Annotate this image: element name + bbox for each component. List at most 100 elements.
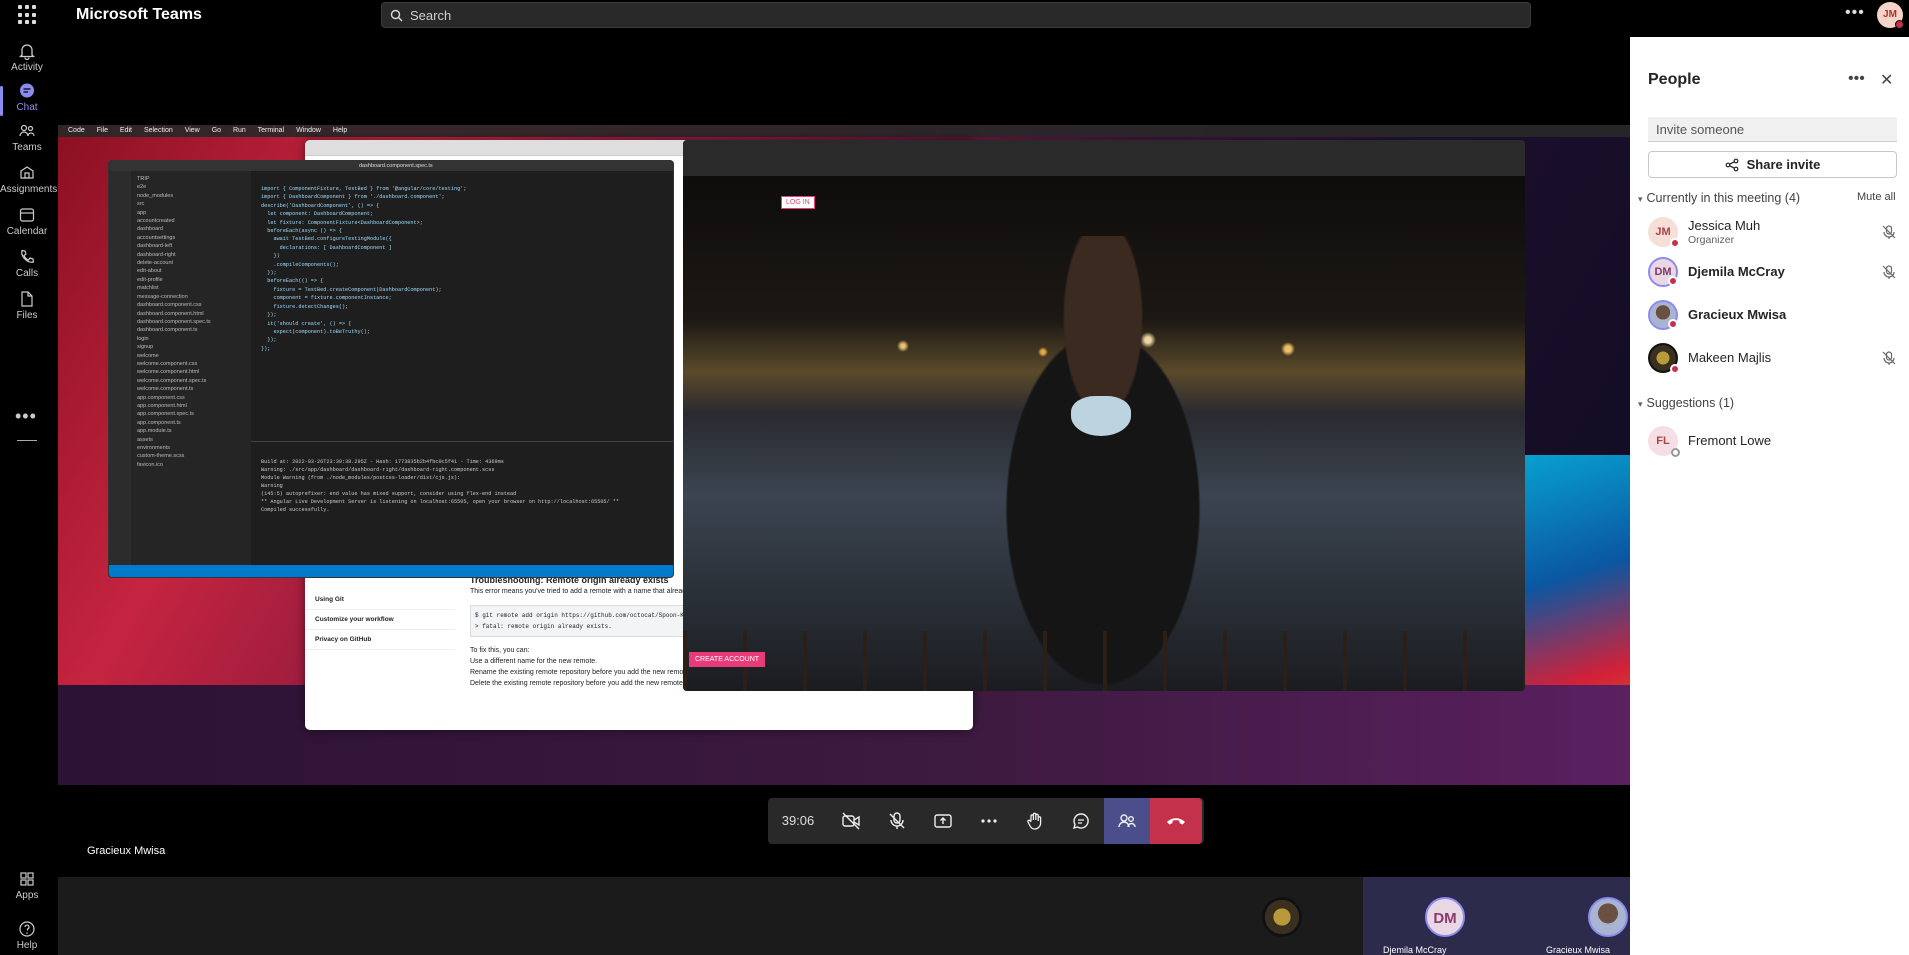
rail-files[interactable]: Files [0, 290, 54, 321]
chat-button[interactable] [1058, 798, 1104, 844]
status-dot [1668, 276, 1678, 286]
rail-teams[interactable]: Teams [0, 122, 54, 153]
participant-avatar [1588, 897, 1628, 937]
rail-calendar[interactable]: Calendar [0, 206, 54, 237]
rail-calls-label: Calls [15, 268, 39, 279]
status-dot [1671, 448, 1680, 457]
title-bar: Microsoft Teams ••• JM [0, 0, 1909, 30]
code-line: expect(component).toBeTruthy(); [261, 328, 370, 335]
vscode-active-tab: dashboard.component.spec.ts [359, 163, 433, 169]
teams-window: Microsoft Teams ••• JM Activity Chat Tea… [0, 0, 1909, 955]
search-icon [390, 9, 403, 22]
mac-menu-item: File [96, 127, 108, 134]
search-box[interactable] [381, 2, 1531, 28]
participant-tile[interactable] [1200, 877, 1363, 955]
participant-row[interactable]: JM Jessica Muh Organizer [1648, 215, 1897, 251]
close-icon[interactable]: ✕ [1880, 70, 1893, 90]
participant-avatar: DM [1425, 897, 1465, 937]
participant-tile[interactable]: DM Djemila McCray [1363, 877, 1526, 955]
participant-row[interactable]: Makeen Majlis [1648, 341, 1897, 377]
share-invite-button[interactable]: Share invite [1648, 151, 1897, 178]
more-actions-button[interactable] [966, 798, 1012, 844]
rail-apps[interactable]: Apps [0, 870, 54, 901]
share-screen-button[interactable] [920, 798, 966, 844]
participant-role: Organizer [1688, 234, 1735, 246]
app-launcher-icon[interactable] [18, 5, 38, 25]
section-suggestions-label: Suggestions (1) [1646, 396, 1735, 410]
hero-photo [683, 176, 1525, 691]
mic-off-icon [889, 812, 905, 829]
participant-initials: JM [1655, 226, 1671, 238]
participant-row[interactable]: Gracieux Mwisa [1648, 298, 1897, 334]
rail-apps-label: Apps [15, 890, 39, 901]
status-dot [1670, 238, 1680, 248]
vscode-activity-bar [109, 171, 131, 566]
explorer-item: custom-theme.scss [137, 453, 185, 460]
terminal-line: Warning: ./src/app/dashboard/dashboard-r… [261, 467, 495, 473]
explorer-item: dashboard.component.ts [137, 327, 198, 334]
explorer-item: accountcreated [137, 218, 175, 225]
rail-files-label: Files [16, 310, 38, 321]
more-options-icon[interactable]: ••• [1845, 4, 1865, 22]
section-in-meeting-label: Currently in this meeting (4) [1646, 191, 1801, 205]
rail-more-apps-icon[interactable]: ••• [15, 406, 37, 427]
participant-strip: DM Djemila McCray Gracieux Mwisa [58, 877, 1689, 955]
explorer-item: app.component.spec.ts [137, 411, 194, 418]
explorer-item: dashboard.component.html [137, 310, 204, 317]
docs-nav: Using Git Customize your workflow Privac… [305, 590, 455, 650]
people-panel: People ••• ✕ Share invite ▾Currently in … [1630, 37, 1909, 955]
explorer-item: accountsettings [137, 234, 176, 241]
shared-vscode-window: dashboard.component.spec.ts TRIP e2e node_… [108, 160, 674, 578]
rail-chat-label: Chat [16, 102, 38, 113]
explorer-item: node_modules [137, 192, 174, 199]
mac-menu-item: Help [332, 127, 348, 134]
leave-call-button[interactable] [1150, 798, 1202, 844]
people-more-options-icon[interactable]: ••• [1848, 70, 1865, 88]
section-suggestions[interactable]: ▾ Suggestions (1) [1638, 396, 1734, 410]
code-line: it('should create', () => { [261, 320, 352, 327]
docs-nav-item: Privacy on GitHub [305, 630, 455, 650]
suggestion-row[interactable]: FL Fremont Lowe [1648, 424, 1897, 460]
rail-calls[interactable]: Calls [0, 248, 54, 279]
shared-site-window [683, 140, 1525, 691]
mac-menu-item: Edit [119, 127, 132, 134]
face-mask [1071, 396, 1131, 436]
calendar-icon [19, 208, 35, 222]
rail-calendar-label: Calendar [6, 226, 48, 237]
speaker-name: Gracieux Mwisa [87, 845, 166, 857]
rail-assignments-label: Assignments [0, 184, 58, 195]
participant-initials: DM [1433, 910, 1457, 927]
explorer-item: signup [137, 344, 154, 351]
participant-name: Makeen Majlis [1688, 350, 1772, 365]
explorer-item: app.module.ts [137, 428, 172, 435]
docs-nav-item: Using Git [305, 590, 455, 610]
profile-avatar[interactable]: JM [1877, 2, 1904, 29]
explorer-item: welcome.component.spec.ts [137, 377, 207, 384]
hang-up-icon [1167, 818, 1185, 825]
rail-help[interactable]: Help [0, 920, 54, 951]
mic-toggle[interactable] [874, 798, 920, 844]
people-button[interactable] [1104, 798, 1150, 844]
explorer-item: app.component.ts [137, 419, 181, 426]
help-icon [19, 921, 35, 937]
rail-assignments[interactable]: Assignments [0, 164, 58, 195]
code-line: import { ComponentFixture, TestBed } fro… [261, 186, 467, 192]
docs-nav-item: Customize your workflow [305, 610, 455, 630]
participant-thumbnails: DM Djemila McCray Gracieux Mwisa [1200, 877, 1689, 955]
mute-all-button[interactable]: Mute all [1857, 191, 1896, 203]
search-input[interactable] [410, 3, 1510, 27]
rail-activity[interactable]: Activity [0, 42, 54, 73]
participant-row[interactable]: DM Djemila McCray [1648, 255, 1897, 291]
apps-icon [20, 872, 34, 886]
section-in-meeting[interactable]: ▾ Currently in this meeting (4) [1638, 191, 1800, 205]
terminal-line: ** Angular Live Development Server is li… [261, 499, 619, 505]
suggestion-name: Fremont Lowe [1688, 433, 1772, 448]
camera-toggle[interactable] [828, 798, 874, 844]
mac-menu-item: Terminal [257, 127, 285, 134]
raise-hand-button[interactable] [1012, 798, 1058, 844]
invite-input[interactable] [1648, 117, 1897, 142]
rail-chat[interactable]: Chat [0, 82, 54, 116]
rail-teams-label: Teams [12, 142, 42, 153]
explorer-item: dashboard-right [137, 251, 176, 258]
rail-help-label: Help [16, 940, 38, 951]
